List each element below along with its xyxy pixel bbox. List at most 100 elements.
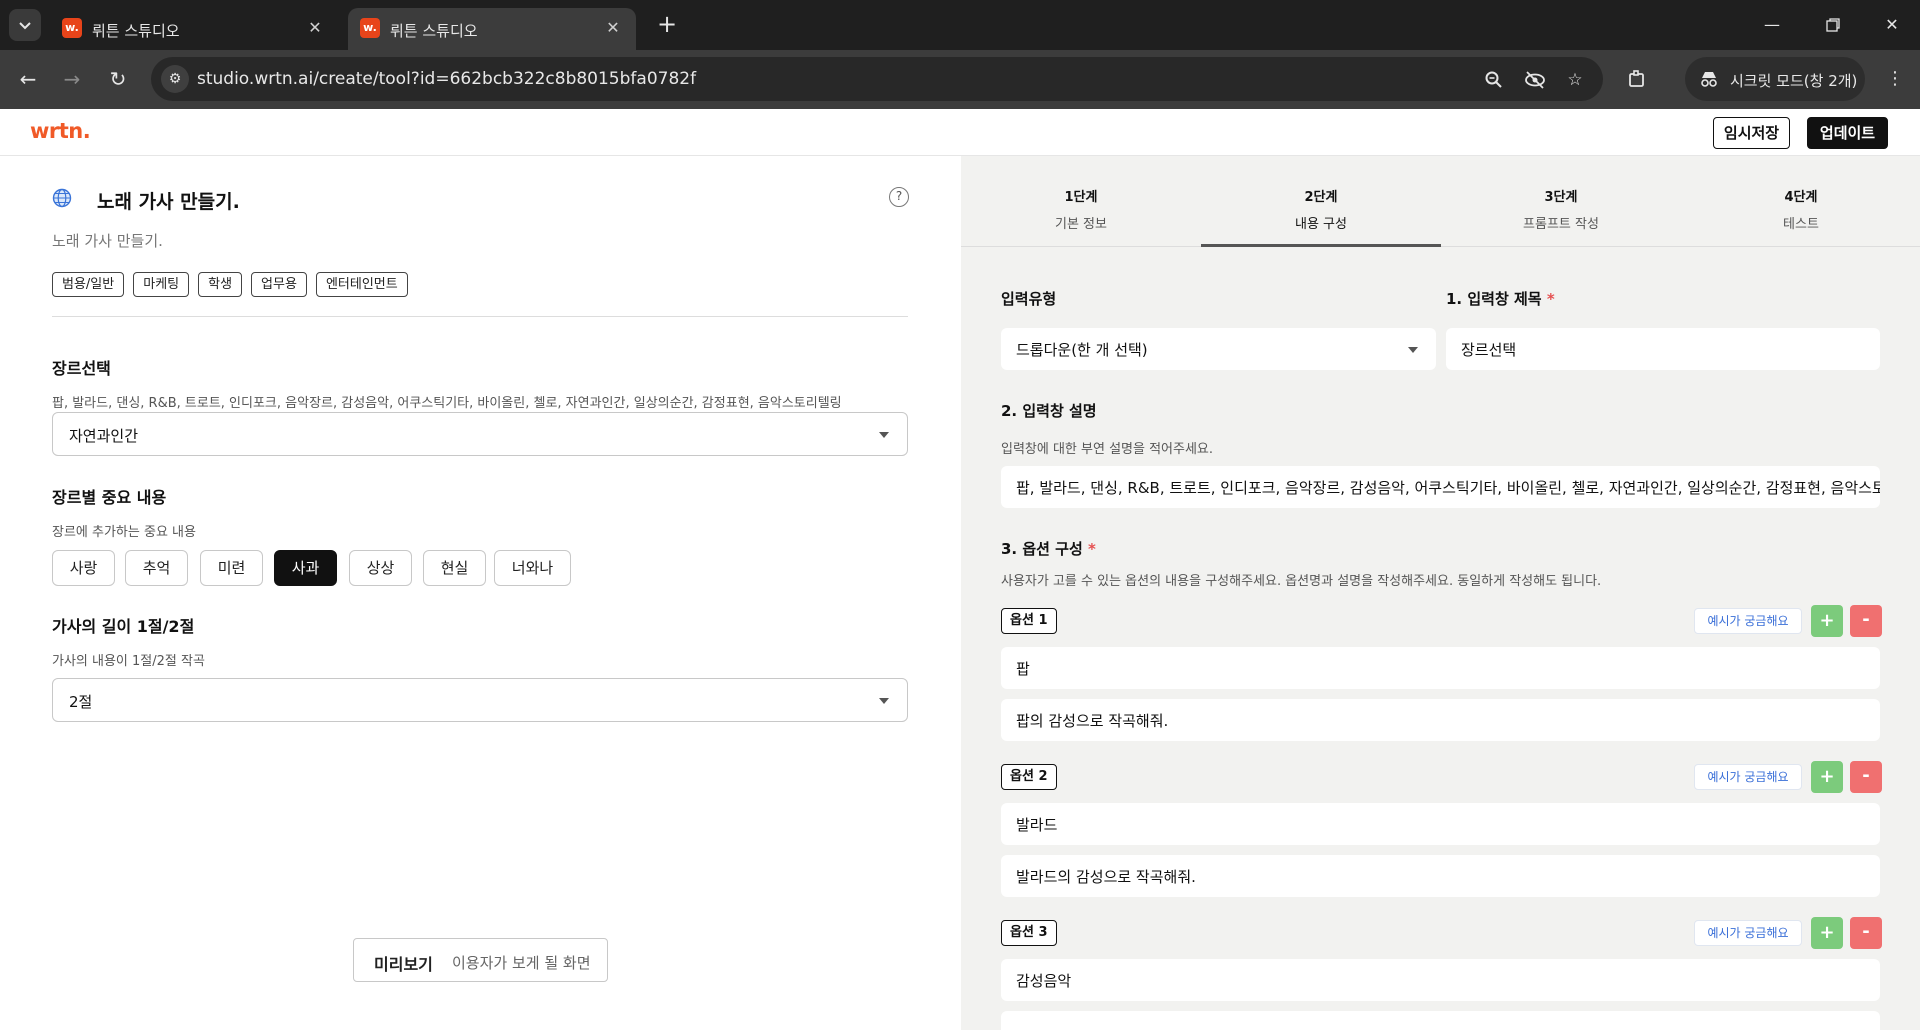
input-type-dropdown[interactable]: 드롭다운(한 개 선택) (1001, 328, 1436, 370)
option-name-field[interactable]: 감성음악 (1001, 959, 1880, 1001)
incognito-label: 시크릿 모드(창 2개) (1730, 72, 1858, 90)
option-description-value: 발라드의 감성으로 작곡해줘. (1016, 868, 1196, 886)
forward-icon[interactable]: → (56, 63, 88, 95)
close-icon[interactable]: ✕ (602, 17, 624, 39)
input-description-field[interactable]: 팝, 발라드, 댄싱, R&B, 트로트, 인디포크, 음악장르, 감성음악, … (1001, 466, 1880, 508)
chip-option[interactable]: 현실 (423, 550, 486, 586)
chip-option[interactable]: 미련 (200, 550, 263, 586)
example-button[interactable]: 예시가 궁금해요 (1694, 920, 1802, 946)
reload-icon[interactable]: ↻ (102, 63, 134, 95)
question-title: 장르별 중요 내용 (52, 488, 167, 507)
step-number: 3단계 (1544, 190, 1578, 205)
example-button[interactable]: 예시가 궁금해요 (1694, 608, 1802, 634)
tab-step-1[interactable]: 1단계 기본 정보 (961, 156, 1201, 247)
tab-list-button[interactable] (9, 9, 41, 41)
star-icon[interactable]: ☆ (1562, 67, 1588, 93)
tab-inactive[interactable]: w. 뤼튼 스튜디오 ✕ (50, 8, 338, 50)
tab-title: 뤼튼 스튜디오 (390, 22, 478, 40)
new-tab-icon[interactable]: + (652, 10, 682, 40)
tab-title: 뤼튼 스튜디오 (92, 22, 180, 40)
url-text[interactable]: studio.wrtn.ai/create/tool?id=662bcb322c… (197, 69, 696, 89)
question-description: 팝, 발라드, 댄싱, R&B, 트로트, 인디포크, 음악장르, 감성음악, … (52, 396, 842, 411)
globe-icon (52, 188, 72, 208)
site-info-icon[interactable]: ⚙ (161, 65, 189, 93)
step-number: 1단계 (1064, 190, 1098, 205)
add-option-button[interactable]: + (1811, 761, 1843, 793)
save-draft-button[interactable]: 임시저장 (1713, 117, 1790, 149)
zoom-icon[interactable] (1481, 67, 1507, 93)
tab-active[interactable]: w. 뤼튼 스튜디오 ✕ (348, 8, 636, 50)
option-description-field[interactable]: 팝의 감성으로 작곡해줘. (1001, 699, 1880, 741)
genre-select[interactable]: 자연과인간 (52, 412, 908, 456)
option-badge: 옵션 3 (1001, 920, 1057, 946)
option-name-value: 팝 (1016, 660, 1030, 678)
chip-option-selected[interactable]: 사과 (274, 550, 337, 586)
step-label: 프롬프트 작성 (1523, 217, 1599, 232)
chip-option[interactable]: 추억 (125, 550, 188, 586)
remove-option-button[interactable]: - (1850, 761, 1882, 793)
back-icon[interactable]: ← (12, 63, 44, 95)
help-icon[interactable]: ? (889, 187, 909, 207)
tab-step-3[interactable]: 3단계 프롬프트 작성 (1441, 156, 1681, 247)
option-name-field[interactable]: 발라드 (1001, 803, 1880, 845)
option-description-field[interactable] (1001, 1011, 1880, 1030)
question-description: 장르에 추가하는 중요 내용 (52, 525, 196, 540)
tag: 학생 (198, 272, 243, 297)
chevron-down-icon (879, 698, 889, 704)
eye-off-icon[interactable] (1522, 67, 1548, 93)
window-close-icon[interactable]: ✕ (1870, 10, 1914, 40)
required-mark: * (1088, 540, 1096, 558)
options-label-text: 3. 옵션 구성 (1001, 540, 1083, 558)
browser-tab-bar: w. 뤼튼 스튜디오 ✕ w. 뤼튼 스튜디오 ✕ + — ✕ (0, 0, 1920, 50)
tag: 업무용 (251, 272, 307, 297)
example-button[interactable]: 예시가 궁금해요 (1694, 764, 1802, 790)
chip-option[interactable]: 너와나 (494, 550, 571, 586)
length-select[interactable]: 2절 (52, 678, 908, 722)
option-name-field[interactable]: 팝 (1001, 647, 1880, 689)
active-step-indicator (1201, 244, 1441, 247)
browser-toolbar: ← → ↻ ⚙ studio.wrtn.ai/create/tool?id=66… (0, 50, 1920, 109)
question-title: 장르선택 (52, 359, 111, 378)
option-badge: 옵션 2 (1001, 764, 1057, 790)
extensions-icon[interactable] (1622, 64, 1652, 94)
wrtn-logo[interactable]: wrtn. (30, 119, 91, 143)
select-value: 2절 (69, 693, 93, 711)
preview-button[interactable]: 미리보기 이용자가 보게 될 화면 (353, 938, 608, 982)
select-value: 자연과인간 (69, 427, 139, 445)
tag: 범용/일반 (52, 272, 125, 297)
more-icon[interactable]: ⋮ (1880, 64, 1910, 94)
tool-preview-panel: 노래 가사 만들기. ? 노래 가사 만들기. 범용/일반 마케팅 학생 업무용… (0, 156, 961, 1030)
chip-option[interactable]: 상상 (349, 550, 412, 586)
wrtn-favicon-icon: w. (62, 18, 82, 38)
question-description: 가사의 내용이 1절/2절 작곡 (52, 654, 205, 669)
divider (52, 316, 908, 317)
input-title-value: 장르선택 (1461, 341, 1517, 359)
tab-step-2[interactable]: 2단계 내용 구성 (1201, 156, 1441, 247)
option-badge: 옵션 1 (1001, 608, 1057, 634)
tab-step-4[interactable]: 4단계 테스트 (1681, 156, 1920, 247)
input-type-value: 드롭다운(한 개 선택) (1016, 341, 1148, 359)
incognito-indicator[interactable]: 시크릿 모드(창 2개) (1685, 57, 1865, 101)
wrtn-favicon-icon: w. (360, 18, 380, 38)
update-button[interactable]: 업데이트 (1807, 117, 1888, 149)
add-option-button[interactable]: + (1811, 605, 1843, 637)
minimize-icon[interactable]: — (1750, 10, 1794, 40)
remove-option-button[interactable]: - (1850, 605, 1882, 637)
category-tags: 범용/일반 마케팅 학생 업무용 엔터테인먼트 (52, 272, 408, 297)
close-icon[interactable]: ✕ (304, 17, 326, 39)
incognito-icon (1697, 67, 1721, 91)
step-label: 기본 정보 (1055, 217, 1107, 232)
input-description-hint: 입력창에 대한 부연 설명을 적어주세요. (1001, 442, 1214, 457)
step-number: 2단계 (1304, 190, 1338, 205)
address-bar[interactable]: ⚙ studio.wrtn.ai/create/tool?id=662bcb32… (151, 57, 1603, 101)
chip-option[interactable]: 사랑 (52, 550, 115, 586)
input-type-label: 입력유형 (1001, 290, 1057, 308)
add-option-button[interactable]: + (1811, 917, 1843, 949)
tool-description: 노래 가사 만들기. (52, 232, 163, 250)
restore-icon[interactable] (1811, 10, 1855, 40)
remove-option-button[interactable]: - (1850, 917, 1882, 949)
app-header: wrtn. 임시저장 업데이트 (0, 109, 1920, 156)
input-title-field[interactable]: 장르선택 (1446, 328, 1880, 370)
preview-sublabel: 이용자가 보게 될 화면 (452, 954, 591, 972)
option-description-field[interactable]: 발라드의 감성으로 작곡해줘. (1001, 855, 1880, 897)
